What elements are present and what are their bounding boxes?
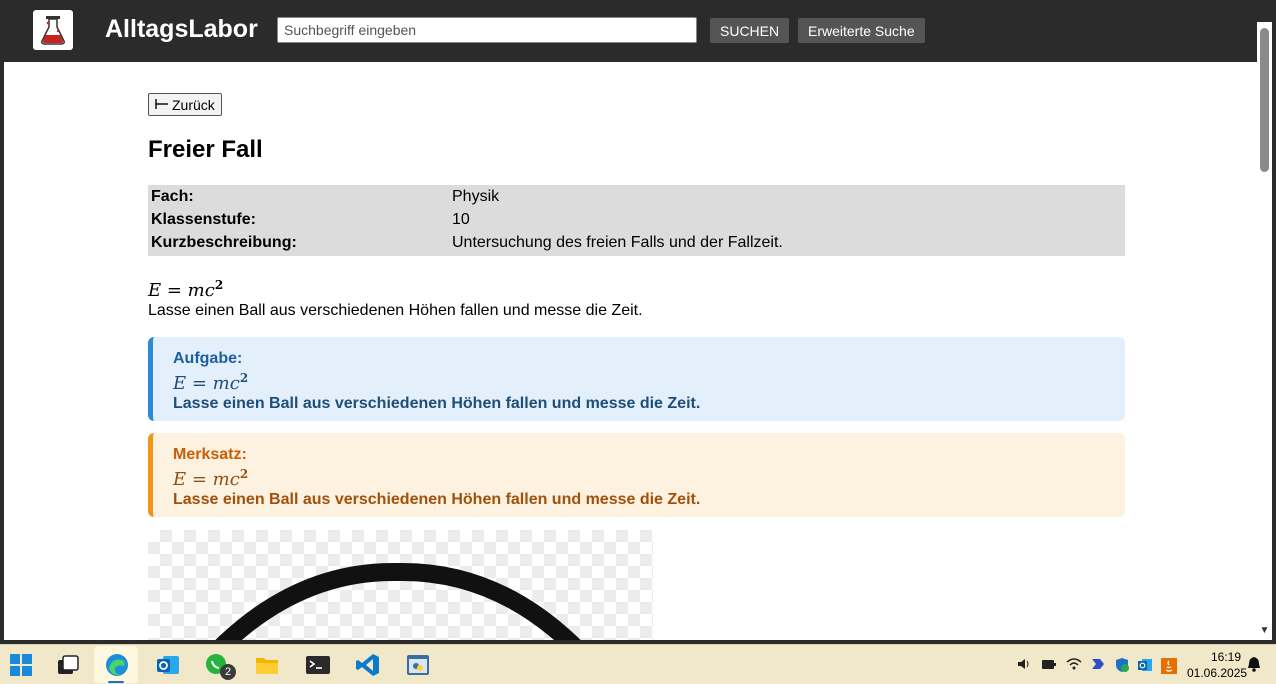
wifi-icon[interactable]	[1066, 657, 1082, 674]
merksatz-heading: Merksatz:	[173, 446, 247, 463]
search-button[interactable]: SUCHEN	[710, 18, 790, 43]
info-label: Fach:	[151, 188, 194, 205]
description-text: Lasse einen Ball aus verschiedenen Höhen…	[148, 302, 643, 319]
back-button[interactable]: Zurück	[148, 93, 222, 116]
clock-time: 16:19	[1210, 650, 1241, 664]
task-view-icon[interactable]	[55, 652, 81, 678]
windows-start-icon[interactable]	[8, 652, 34, 678]
speaker-icon[interactable]	[1017, 657, 1031, 674]
aufgabe-text: Lasse einen Ball aus verschiedenen Höhen…	[173, 395, 701, 412]
aufgabe-box: Aufgabe: E = mc2 Lasse einen Ball aus ve…	[148, 337, 1125, 421]
aufgabe-formula: E = mc2	[173, 368, 1105, 394]
java-icon[interactable]	[1160, 657, 1178, 678]
formula-exponent: 2	[214, 278, 224, 292]
arrow-left-icon	[155, 97, 169, 113]
info-label: Klassenstufe:	[151, 211, 256, 228]
taskbar: 2 16:19 01.06.2025	[0, 644, 1276, 684]
notification-badge: 2	[220, 664, 236, 680]
info-table: Fach: Physik Klassenstufe: 10 Kurzbeschr…	[148, 185, 1125, 256]
formula-exponent: 2	[239, 467, 249, 481]
edge-icon[interactable]	[104, 652, 130, 678]
experiment-image	[148, 530, 653, 640]
system-clock[interactable]: 16:19 01.06.2025	[1187, 649, 1248, 681]
top-navigation-bar: AlltagsLabor SUCHEN Erweiterte Suche	[0, 0, 1276, 62]
formula-text: E = mc	[148, 280, 215, 301]
merksatz-box: Merksatz: E = mc2 Lasse einen Ball aus v…	[148, 433, 1125, 517]
back-label: Zurück	[172, 96, 215, 113]
ball-outline-image	[215, 562, 581, 640]
info-value: Untersuchung des freien Falls und der Fa…	[452, 234, 783, 251]
info-value: Physik	[452, 188, 500, 205]
merksatz-text: Lasse einen Ball aus verschiedenen Höhen…	[173, 491, 701, 508]
scroll-down-icon[interactable]: ▼	[1257, 625, 1272, 636]
formula-exponent: 2	[239, 371, 249, 385]
flask-icon[interactable]	[33, 10, 73, 50]
info-value: 10	[452, 211, 470, 228]
advanced-search-button[interactable]: Erweiterte Suche	[798, 18, 925, 43]
notification-bell-icon[interactable]	[1247, 656, 1261, 675]
security-shield-icon[interactable]	[1114, 657, 1130, 676]
aufgabe-heading: Aufgabe:	[173, 350, 243, 367]
terminal-icon[interactable]	[305, 652, 331, 678]
copilot-icon[interactable]	[1090, 657, 1106, 674]
formula: E = mc2	[148, 278, 223, 301]
vertical-scrollbar[interactable]: ▲ ▼	[1257, 22, 1272, 640]
page-title: Freier Fall	[148, 136, 263, 163]
formula-text: E = mc	[173, 469, 240, 490]
outlook-tray-icon[interactable]	[1137, 657, 1153, 676]
merksatz-formula: E = mc2	[173, 464, 1105, 490]
info-label: Kurzbeschreibung:	[151, 234, 297, 251]
battery-icon[interactable]	[1041, 657, 1057, 674]
vscode-icon[interactable]	[355, 652, 381, 678]
scroll-thumb[interactable]	[1260, 28, 1269, 172]
clock-date: 01.06.2025	[1187, 666, 1248, 680]
formula-text: E = mc	[173, 373, 240, 394]
search-input[interactable]	[277, 17, 697, 43]
python-idle-icon[interactable]	[405, 652, 431, 678]
page-content: Zurück Freier Fall Fach: Physik Klassens…	[4, 62, 1257, 640]
outlook-icon[interactable]	[155, 652, 181, 678]
file-explorer-icon[interactable]	[254, 652, 280, 678]
brand-name[interactable]: AlltagsLabor	[105, 15, 258, 44]
